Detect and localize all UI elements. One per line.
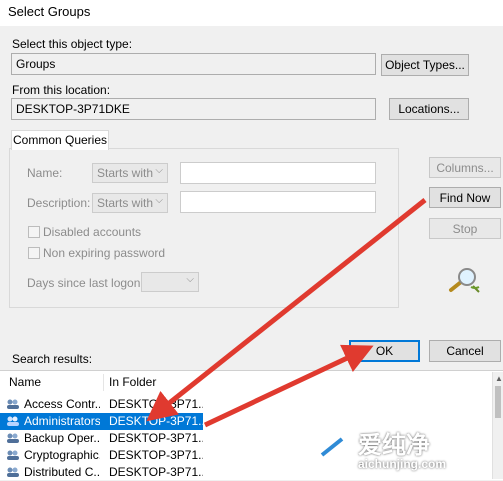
arrow-to-ok — [203, 344, 374, 428]
watermark: 爱纯净 aichunjing.com — [312, 425, 502, 479]
arrow-to-administrators — [146, 198, 427, 422]
annotation-arrows — [146, 198, 427, 428]
watermark-url: aichunjing.com — [358, 457, 447, 471]
watermark-brand: 爱纯净 — [358, 432, 430, 459]
brand-logo-icon — [313, 428, 351, 466]
